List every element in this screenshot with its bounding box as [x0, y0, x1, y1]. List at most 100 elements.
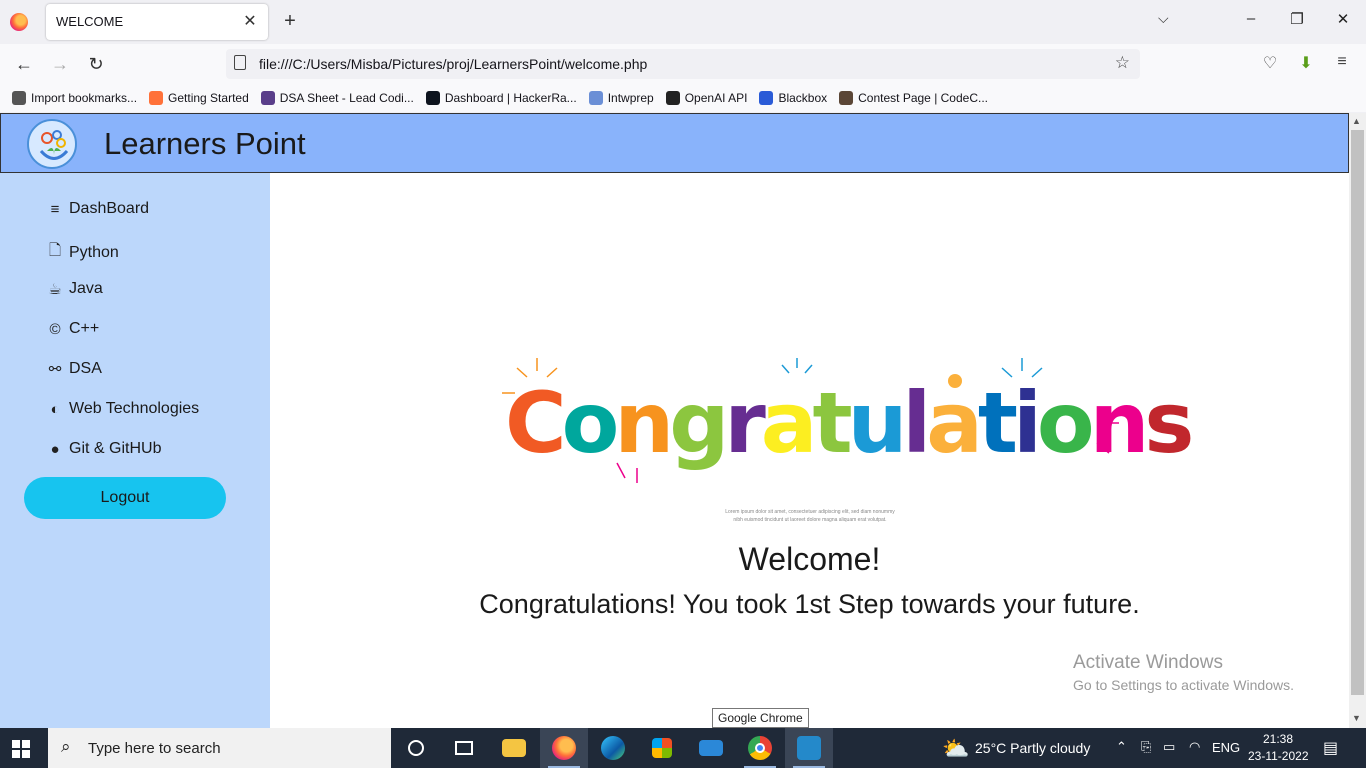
forward-arrow-icon[interactable]: → — [49, 53, 71, 75]
bookmark-label: DSA Sheet - Lead Codi... — [279, 91, 414, 105]
bookmark-label: Intwprep — [607, 91, 654, 105]
clock-time[interactable]: 21:38 — [1263, 732, 1293, 746]
store-icon[interactable] — [638, 728, 686, 768]
bookmark-item[interactable]: Import bookmarks... — [12, 91, 137, 105]
intwprep-icon — [588, 91, 603, 105]
bookmark-item[interactable]: OpenAI API — [665, 91, 747, 105]
chevron-down-icon[interactable]: ⌵ — [1158, 10, 1169, 27]
sidebar-item-label: Python — [69, 243, 119, 261]
activate-windows-title: Activate Windows — [1073, 652, 1223, 673]
bookmark-label: Import bookmarks... — [31, 91, 138, 105]
task-view-icon[interactable] — [440, 728, 488, 768]
congrats-letter: a — [926, 374, 983, 472]
web-page: Learners Point ≡ DashBoard 🗋 Python ☕ Java © C+… — [0, 113, 1349, 728]
download-icon[interactable]: ⬇ — [1295, 53, 1317, 73]
bookmark-item[interactable]: Intwprep — [588, 91, 654, 105]
chrome-icon[interactable] — [736, 728, 784, 768]
windows-start-icon[interactable] — [12, 740, 30, 758]
site-brand-title: Learners Point — [104, 126, 306, 161]
welcome-heading: Welcome! — [738, 541, 881, 577]
sidebar-item-web-technologies[interactable]: ◐ Web Technologies — [47, 400, 199, 418]
bookmark-item[interactable]: Getting Started — [149, 91, 249, 105]
new-tab-icon[interactable]: + — [280, 10, 300, 32]
sidebar-item-dashboard[interactable]: ≡ DashBoard — [47, 200, 149, 218]
minimize-icon[interactable]: – — [1236, 10, 1266, 27]
openai-icon — [665, 91, 680, 105]
bookmarks-bar: Import bookmarks... Getting Started DSA Sh… — [0, 84, 1366, 112]
cpp-icon: © — [49, 320, 61, 338]
windows-taskbar: ⌕ Type here to search ⛅ 25°C Partly clou… — [0, 728, 1366, 768]
bookmark-label: Blackbox — [778, 91, 828, 105]
bookmark-item[interactable]: Dashboard | HackerRa... — [425, 91, 577, 105]
battery-icon[interactable]: ▭ — [1163, 739, 1175, 755]
tab-close-icon[interactable]: ✕ — [240, 11, 260, 31]
git-github-icon: ● — [50, 440, 60, 458]
congratulations-word: Congratulations — [505, 373, 1194, 473]
dsa-icon: ⚯ — [48, 361, 62, 378]
pocket-icon[interactable]: ♡ — [1259, 53, 1281, 73]
bookmark-item[interactable]: Blackbox — [759, 91, 827, 105]
sidebar-item-git-github[interactable]: ● Git & GitHUb — [47, 440, 161, 458]
back-arrow-icon[interactable]: ← — [13, 53, 35, 75]
dashboard-icon: ≡ — [50, 200, 60, 218]
browser-nav-bar: ← → ↻ file:///C:/Users/Misba/Pictures/pr… — [0, 44, 1366, 84]
bookmark-item[interactable]: Contest Page | CodeC... — [839, 91, 988, 105]
hackerrank-icon — [425, 91, 440, 105]
site-logo — [27, 119, 77, 169]
sidebar-item-label: Web Technologies — [69, 400, 200, 417]
mail-icon[interactable] — [687, 728, 735, 768]
language-indicator[interactable]: ENG — [1212, 740, 1240, 755]
sidebar-item-dsa[interactable]: ⚯ DSA — [47, 360, 102, 378]
menu-hamburger-icon[interactable]: ≡ — [1331, 53, 1353, 71]
page-scrollbar[interactable]: ▲ ▼ — [1349, 113, 1366, 728]
partly-cloudy-icon[interactable]: ⛅ — [942, 736, 969, 762]
firefox-taskbar-icon[interactable] — [540, 728, 588, 768]
congrats-letter: u — [847, 374, 908, 472]
taskbar-tooltip: Google Chrome — [712, 708, 809, 728]
restore-icon[interactable]: ❐ — [1282, 10, 1312, 28]
clock-date[interactable]: 23-11-2022 — [1248, 749, 1309, 763]
sidebar-item-cpp[interactable]: © C++ — [47, 320, 99, 338]
sidebar-item-python[interactable]: 🗋 Python — [47, 240, 119, 265]
bookmark-star-icon[interactable]: ☆ — [1115, 53, 1130, 73]
sidebar-item-java[interactable]: ☕ Java — [47, 280, 103, 298]
reload-icon[interactable]: ↻ — [85, 53, 107, 75]
chevron-up-icon[interactable]: ⌃ — [1116, 739, 1127, 755]
search-placeholder[interactable]: Type here to search — [88, 740, 221, 757]
file-explorer-icon[interactable] — [490, 728, 538, 768]
site-header: Learners Point — [0, 113, 1349, 173]
wifi-icon[interactable]: ◠ — [1189, 739, 1200, 755]
weather-text[interactable]: 25°C Partly cloudy — [975, 740, 1090, 756]
lorem-caption: Lorem ipsum dolor sit amet, consectetuer… — [725, 509, 895, 523]
scroll-up-icon[interactable]: ▲ — [1352, 116, 1361, 126]
sidebar-item-label: Java — [69, 280, 103, 297]
firefox-icon[interactable] — [10, 13, 28, 31]
congrats-letter: i — [1013, 374, 1042, 472]
search-icon: ⌕ — [61, 737, 71, 756]
taskbar-search[interactable]: ⌕ Type here to search — [48, 728, 391, 768]
congrats-letter: r — [724, 374, 765, 472]
import-icon — [12, 91, 26, 105]
page-icon — [234, 55, 246, 70]
cortana-icon[interactable] — [392, 728, 440, 768]
browser-tab-active[interactable]: WELCOME ✕ — [46, 4, 268, 40]
url-text[interactable]: file:///C:/Users/Misba/Pictures/proj/Lea… — [259, 56, 647, 72]
bookmark-label: Dashboard | HackerRa... — [444, 91, 577, 105]
bookmark-item[interactable]: DSA Sheet - Lead Codi... — [260, 91, 414, 105]
vscode-icon[interactable] — [785, 728, 833, 768]
notification-icon[interactable]: ▤ — [1323, 738, 1338, 758]
device-icon[interactable]: ⎘ — [1141, 739, 1151, 755]
close-window-icon[interactable]: ✕ — [1328, 10, 1358, 28]
activate-windows-subtitle: Go to Settings to activate Windows. — [1073, 677, 1294, 693]
congrats-letter: t — [812, 374, 852, 472]
congrats-letter: l — [902, 374, 931, 472]
dsa-sheet-icon — [260, 91, 275, 105]
python-icon: 🗋 — [48, 242, 62, 259]
address-bar[interactable]: file:///C:/Users/Misba/Pictures/proj/Lea… — [226, 49, 1140, 79]
scroll-down-icon[interactable]: ▼ — [1352, 713, 1361, 723]
sidebar-item-label: C++ — [69, 320, 100, 337]
logout-button[interactable]: Logout — [24, 477, 226, 519]
scrollbar-thumb[interactable] — [1351, 130, 1364, 695]
edge-icon[interactable] — [589, 728, 637, 768]
bookmark-label: Contest Page | CodeC... — [858, 91, 988, 105]
